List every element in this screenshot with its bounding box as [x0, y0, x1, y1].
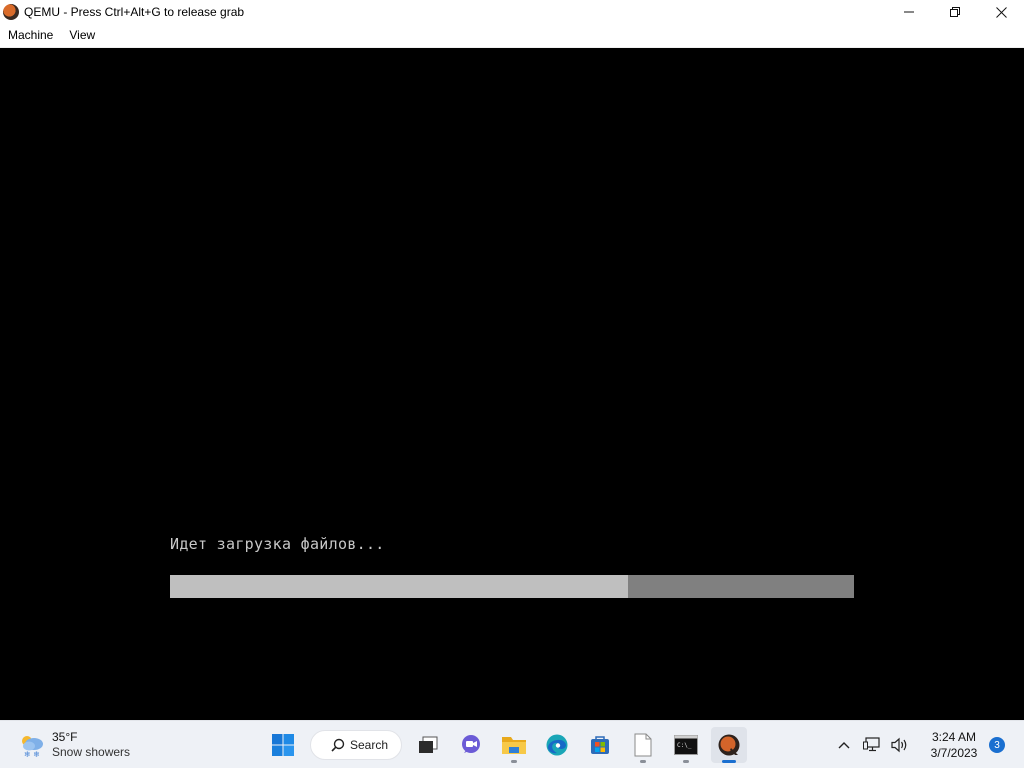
running-indicator: [511, 760, 517, 763]
loading-progress-bar: [170, 575, 854, 598]
notepad-button[interactable]: [625, 727, 661, 763]
folder-icon: [502, 737, 526, 754]
active-indicator: [722, 760, 736, 763]
weather-widget[interactable]: ❄ ❄ 35°F Snow showers: [18, 729, 130, 761]
system-tray: 3:24 AM 3/7/2023 3: [831, 721, 1024, 769]
start-button[interactable]: [265, 727, 301, 763]
vm-display[interactable]: Идет загрузка файлов...: [0, 48, 1024, 720]
window-title: QEMU - Press Ctrl+Alt+G to release grab: [24, 5, 245, 19]
task-view-button[interactable]: [410, 727, 446, 763]
loading-status-text: Идет загрузка файлов...: [170, 535, 385, 553]
chat-icon: [462, 735, 480, 753]
file-explorer-button[interactable]: [496, 727, 532, 763]
qemu-logo-icon: [718, 734, 740, 756]
task-view-icon: [419, 736, 438, 753]
store-icon: [591, 736, 609, 754]
network-icon: [863, 737, 880, 752]
clock[interactable]: 3:24 AM 3/7/2023: [923, 729, 985, 761]
network-button[interactable]: [859, 732, 885, 758]
window-controls: [886, 0, 1024, 24]
restore-icon: [950, 7, 960, 17]
document-icon: [634, 733, 652, 757]
weather-condition: Snow showers: [52, 745, 131, 759]
snow-cloud-icon: ❄ ❄: [18, 731, 46, 759]
terminal-icon: C:\_: [674, 735, 698, 755]
qemu-button[interactable]: [711, 727, 747, 763]
title-bar[interactable]: QEMU - Press Ctrl+Alt+G to release grab: [0, 0, 1024, 24]
search-box[interactable]: Search: [310, 730, 402, 760]
store-button[interactable]: [582, 727, 618, 763]
notification-badge[interactable]: 3: [989, 737, 1005, 753]
running-indicator: [683, 760, 689, 763]
restore-button[interactable]: [932, 0, 978, 24]
close-button[interactable]: [978, 0, 1024, 24]
running-indicator: [640, 760, 646, 763]
show-hidden-icons-button[interactable]: [831, 732, 857, 758]
menu-machine[interactable]: Machine: [0, 24, 61, 47]
clock-date: 3/7/2023: [930, 746, 978, 760]
menu-bar: Machine View: [0, 24, 1024, 48]
edge-button[interactable]: [539, 727, 575, 763]
search-label: Search: [350, 738, 389, 752]
svg-text:C:\_: C:\_: [677, 742, 692, 749]
minimize-icon: [904, 11, 914, 13]
volume-icon: [891, 737, 907, 753]
terminal-button[interactable]: C:\_: [668, 727, 704, 763]
windows-logo-icon: [272, 734, 294, 756]
svg-text:❄ ❄: ❄ ❄: [24, 750, 40, 759]
search-icon: [331, 738, 345, 752]
close-icon: [995, 6, 1007, 18]
taskbar: ❄ ❄ 35°F Snow showers Search C:\_ 3:24 A…: [0, 720, 1024, 768]
weather-temperature: 35°F: [52, 730, 78, 744]
volume-button[interactable]: [887, 732, 913, 758]
teams-chat-button[interactable]: [453, 727, 489, 763]
progress-fill: [170, 575, 629, 598]
taskbar-apps: Search C:\_: [265, 727, 754, 763]
clock-time: 3:24 AM: [931, 730, 977, 744]
minimize-button[interactable]: [886, 0, 932, 24]
chevron-up-icon: [838, 742, 850, 749]
edge-icon: [546, 734, 568, 756]
qemu-logo-icon: [3, 4, 19, 20]
menu-view[interactable]: View: [61, 24, 103, 47]
